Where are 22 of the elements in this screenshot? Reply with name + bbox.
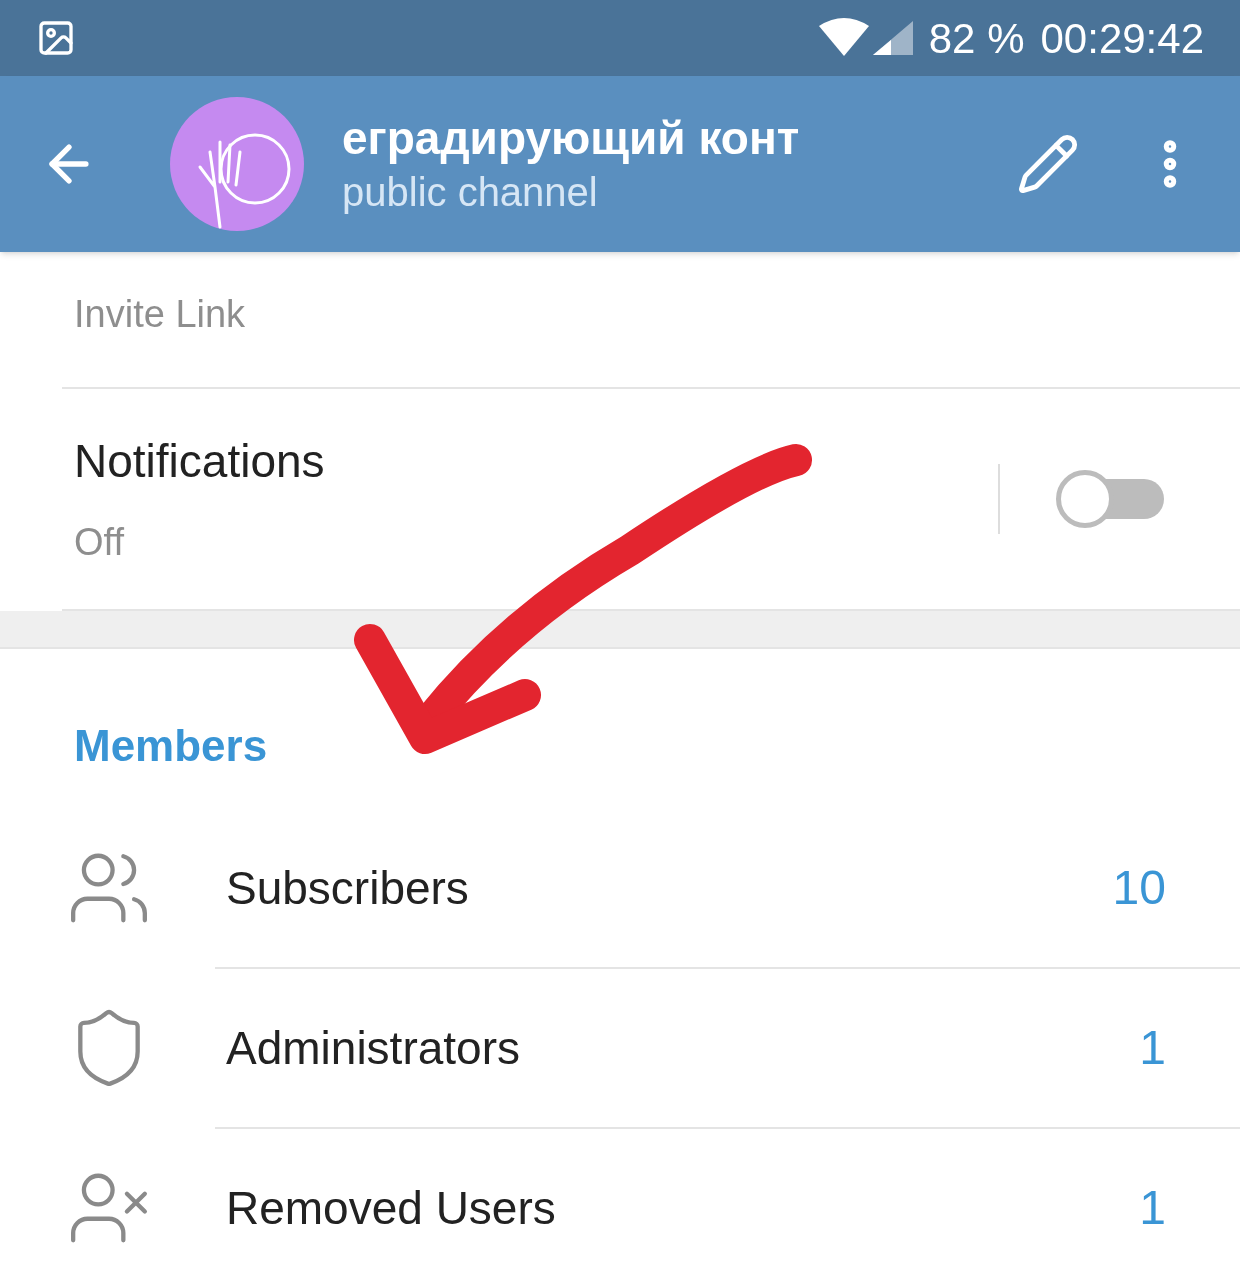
battery-level: 82 % [928,13,1025,64]
row-label: Administrators [226,1020,521,1076]
member-row[interactable]: Removed Users 1 [0,1129,1240,1280]
channel-title: еградирующий конт [342,111,801,166]
section-header: Members [74,721,268,770]
invite-link-label: Invite Link [74,293,246,335]
wifi-icon [818,18,869,58]
image-icon [36,18,76,58]
signal-icon [872,21,913,55]
notifications-value: Off [74,520,125,565]
channel-subtitle: public channel [342,169,599,216]
edit-icon[interactable] [1016,132,1080,196]
notifications-title: Notifications [74,434,326,489]
row-count: 1 [1139,1180,1166,1236]
row-label: Subscribers [226,860,470,916]
member-row[interactable]: Administrators 1 [0,969,1240,1127]
row-label: Removed Users [226,1180,557,1236]
row-count: 1 [1139,1020,1166,1076]
clock: 00:29:42 [1040,13,1204,64]
row-count: 10 [1112,860,1166,916]
member-row[interactable]: Subscribers 10 [0,809,1240,967]
notifications-row[interactable]: Notifications Off [0,389,1240,609]
